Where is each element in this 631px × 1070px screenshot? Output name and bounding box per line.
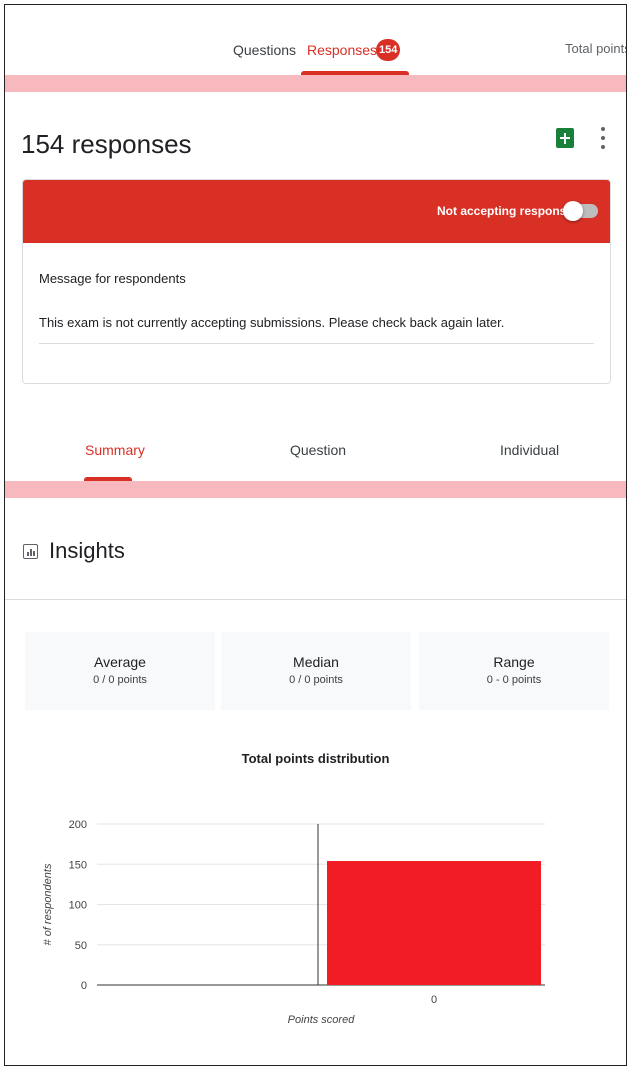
sheets-icon[interactable] <box>556 128 574 148</box>
message-input[interactable]: This exam is not currently accepting sub… <box>39 315 504 330</box>
stat-value: 0 / 0 points <box>93 674 147 686</box>
highlight-band <box>5 75 626 92</box>
total-points-label: Total points: 0 <box>565 41 626 56</box>
insights-title: Insights <box>49 538 125 563</box>
section-divider <box>5 599 626 600</box>
tab-summary[interactable]: Summary <box>85 442 145 458</box>
responses-count-badge: 154 <box>376 39 401 61</box>
y-tick-label: 0 <box>81 980 87 992</box>
x-axis-title: Points scored <box>288 1014 356 1026</box>
not-accepting-banner: Not accepting responses <box>23 180 610 243</box>
stat-label: Range <box>493 654 535 670</box>
chart-title: Total points distribution <box>241 751 390 766</box>
stat-range: Range 0 - 0 points <box>419 632 609 710</box>
accepting-responses-toggle[interactable] <box>563 201 598 221</box>
accepting-status-label: Not accepting responses <box>437 204 580 218</box>
stat-value: 0 / 0 points <box>289 674 343 686</box>
y-tick-label: 50 <box>75 940 87 952</box>
tab-responses[interactable]: Responses <box>307 41 377 59</box>
toggle-knob[interactable] <box>563 201 583 221</box>
stat-label: Median <box>293 654 339 670</box>
tab-individual[interactable]: Individual <box>500 442 559 458</box>
highlight-band <box>5 481 626 498</box>
stat-median: Median 0 / 0 points <box>221 632 411 710</box>
bar <box>327 861 541 985</box>
stat-label: Average <box>94 654 146 670</box>
stat-average: Average 0 / 0 points <box>25 632 215 710</box>
y-tick-label: 200 <box>69 819 87 831</box>
accepting-responses-card: Not accepting responses Message for resp… <box>22 179 611 384</box>
stat-value: 0 - 0 points <box>486 674 542 686</box>
y-tick-label: 100 <box>69 900 87 912</box>
message-label: Message for respondents <box>39 271 186 286</box>
insights-icon <box>23 544 38 559</box>
tab-question[interactable]: Question <box>290 442 346 458</box>
points-distribution-chart: 0 50 100 150 200 0 Points scored # of responden… <box>42 819 545 1026</box>
more-vert-icon[interactable] <box>600 127 606 149</box>
y-tick-label: 150 <box>69 859 87 871</box>
message-underline <box>39 343 594 344</box>
top-navigation: Questions Responses 154 Total points: 0 <box>5 5 626 75</box>
responses-title: 154 responses <box>21 129 192 159</box>
tab-questions[interactable]: Questions <box>233 41 296 59</box>
x-tick-label: 0 <box>431 994 437 1006</box>
y-axis-title: # of respondents <box>42 863 54 945</box>
form-responses-frame: Questions Responses 154 Total points: 0 … <box>4 4 627 1066</box>
